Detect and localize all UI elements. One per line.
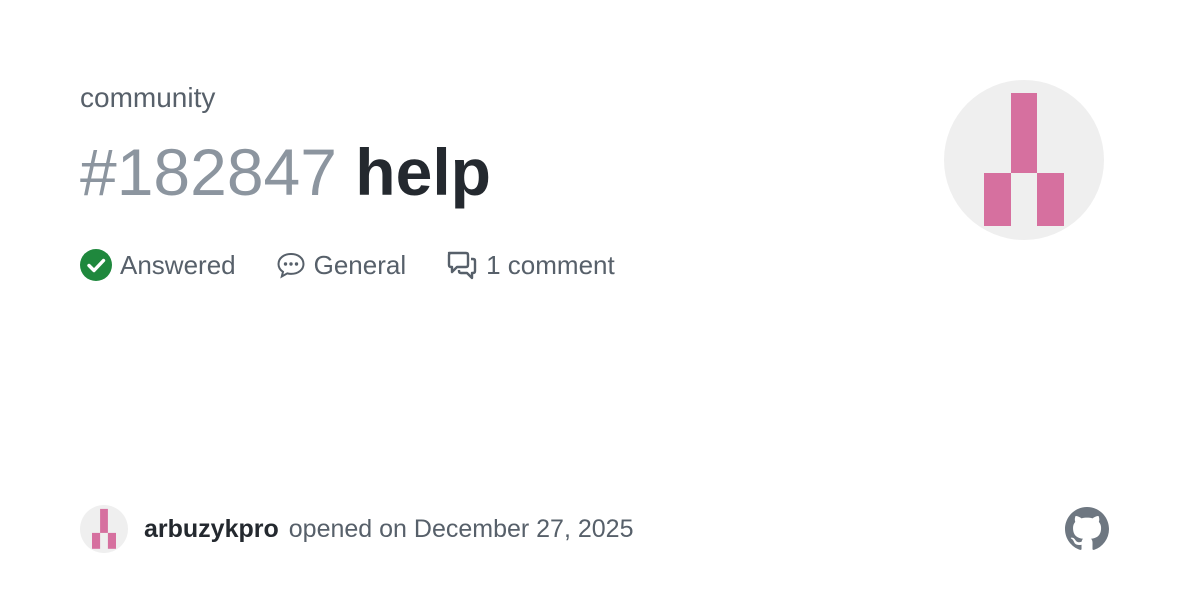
github-icon: [1065, 507, 1109, 551]
comment-discussion-icon: [446, 250, 478, 280]
author-avatar[interactable]: [80, 505, 128, 553]
speech-balloon-icon: [276, 251, 306, 279]
author-row: arbuzykpro opened on December 27, 2025: [80, 505, 633, 553]
category-label: General: [313, 249, 407, 280]
comments-count: 1 comment: [446, 250, 615, 281]
status-badge: Answered: [80, 249, 236, 281]
comments-label: 1 comment: [486, 249, 615, 280]
repo-name[interactable]: community: [80, 80, 215, 116]
issue-number: #182847: [80, 135, 337, 209]
opened-date: opened on December 27, 2025: [288, 514, 634, 543]
issue-meta: Answered General 1 comment: [80, 246, 655, 284]
social-preview-card: community #182847 help Answered General …: [0, 0, 1200, 600]
check-circle-icon: [80, 249, 112, 281]
author-avatar-large: [944, 80, 1104, 240]
status-label: Answered: [120, 249, 236, 280]
category-badge: General: [276, 249, 407, 281]
author-username[interactable]: arbuzykpro: [144, 515, 279, 544]
issue-heading: #182847 help: [80, 136, 491, 208]
issue-title[interactable]: help: [355, 135, 491, 209]
